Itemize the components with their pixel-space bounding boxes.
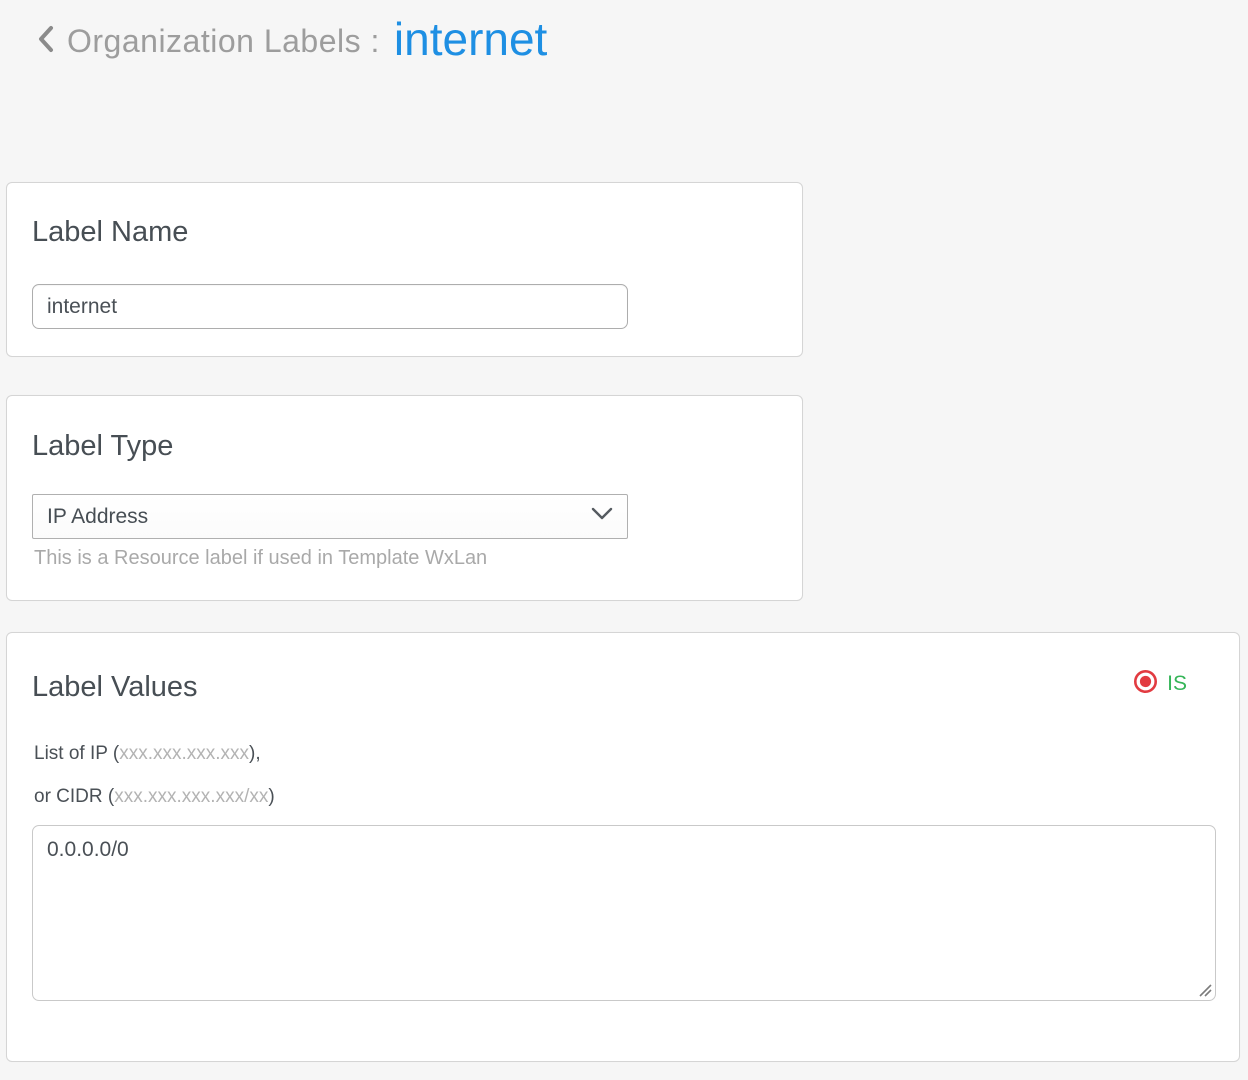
label-type-helper-text: This is a Resource label if used in Temp… bbox=[34, 547, 487, 570]
label-values-status: IS bbox=[1133, 669, 1187, 699]
label-type-select[interactable]: IP Address bbox=[32, 494, 628, 539]
organization-label-detail-page: Organization Labels : internet Label Nam… bbox=[0, 0, 1248, 1080]
label-type-selected-value: IP Address bbox=[47, 505, 148, 529]
label-name-heading: Label Name bbox=[32, 216, 188, 249]
label-type-heading: Label Type bbox=[32, 430, 173, 463]
chevron-left-icon bbox=[37, 23, 55, 60]
page-title: Organization Labels : bbox=[67, 23, 380, 60]
label-values-heading: Label Values bbox=[32, 671, 198, 704]
status-is-label: IS bbox=[1167, 672, 1187, 696]
cidr-format-hint: or CIDR (xxx.xxx.xxx.xxx/xx) bbox=[34, 786, 275, 808]
ip-format-hint: List of IP (xxx.xxx.xxx.xxx), bbox=[34, 743, 261, 765]
label-name-input[interactable] bbox=[32, 284, 628, 329]
label-type-card: Label Type IP Address This is a Resource… bbox=[6, 395, 803, 601]
label-values-card: Label Values IS List of IP (xxx.xxx.xxx.… bbox=[6, 632, 1240, 1062]
back-button[interactable] bbox=[33, 23, 59, 59]
label-values-textarea[interactable]: 0.0.0.0/0 bbox=[32, 825, 1216, 1001]
hint-placeholder: xxx.xxx.xxx.xxx/xx bbox=[114, 786, 268, 807]
page-title-label-name: internet bbox=[394, 12, 547, 66]
label-values-textarea-wrap: 0.0.0.0/0 bbox=[32, 825, 1216, 1001]
page-header: Organization Labels : internet bbox=[33, 10, 547, 72]
label-name-card: Label Name bbox=[6, 182, 803, 357]
hint-text: or CIDR ( bbox=[34, 786, 114, 807]
hint-placeholder: xxx.xxx.xxx.xxx bbox=[119, 743, 249, 764]
chevron-down-icon bbox=[591, 507, 613, 526]
record-icon[interactable] bbox=[1133, 669, 1158, 699]
hint-text: ) bbox=[268, 786, 274, 807]
hint-text: List of IP ( bbox=[34, 743, 119, 764]
hint-text: ), bbox=[249, 743, 261, 764]
